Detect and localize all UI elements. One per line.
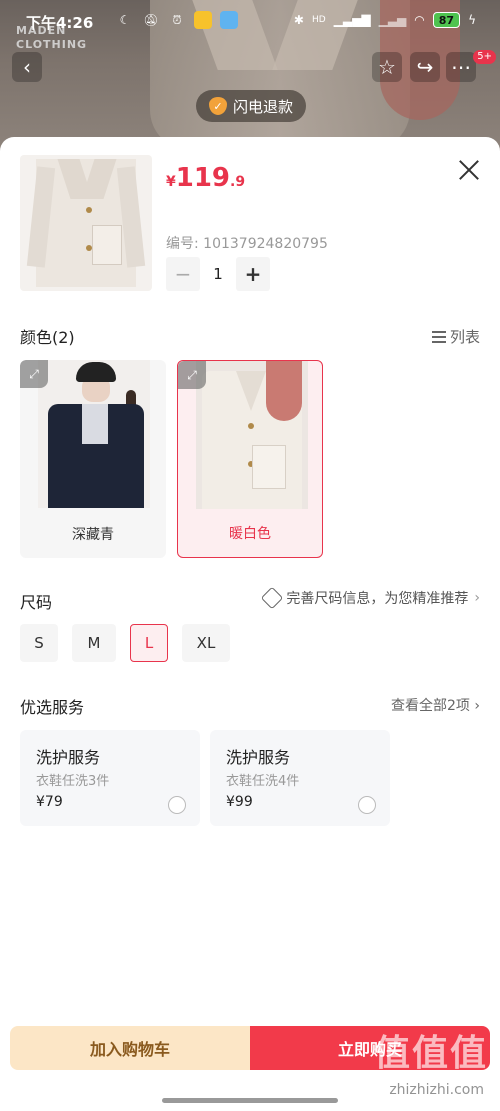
size-option-l[interactable]: L xyxy=(130,624,168,662)
size-hint-text: 完善尺码信息，为您精准推荐 xyxy=(286,591,469,607)
service-radio[interactable] xyxy=(358,796,376,814)
price: ¥119.9 xyxy=(166,163,245,193)
color-option-label: 暖白色 xyxy=(229,526,271,542)
service-radio[interactable] xyxy=(168,796,186,814)
view-all-label: 查看全部2项 xyxy=(391,698,470,714)
service-price: ¥79 xyxy=(36,794,63,810)
alarm-icon: ⏰︎ xyxy=(172,12,182,27)
service-description: 衣鞋任洗3件 xyxy=(36,774,110,789)
service-section-title: 优选服务 xyxy=(20,698,85,717)
size-recommend-link[interactable]: 完善尺码信息，为您精准推荐 › xyxy=(261,586,480,610)
site-watermark-logo: 值值值 xyxy=(373,1033,488,1074)
view-all-services-link[interactable]: 查看全部2项 › xyxy=(391,695,480,715)
notification-badge: 5+ xyxy=(473,50,496,64)
bluetooth-icon: ✱ xyxy=(293,13,304,27)
minus-icon: − xyxy=(174,262,192,286)
color-option-warm-white[interactable]: ⤢ 暖白色 xyxy=(177,360,323,558)
battery-indicator: 87 xyxy=(432,12,461,28)
status-time: 下午4:26 xyxy=(26,14,94,32)
favorite-button[interactable]: ☆ xyxy=(372,52,402,82)
share-button[interactable]: ↪ xyxy=(410,52,440,82)
top-navigation: ‹ ☆ ↪ ⋯ xyxy=(0,52,500,86)
wifi-icon: ◠ xyxy=(414,13,425,27)
size-option-xl[interactable]: XL xyxy=(182,624,230,662)
expand-icon[interactable]: ⤢ xyxy=(178,361,206,389)
list-icon xyxy=(431,330,446,344)
list-toggle-label: 列表 xyxy=(449,328,480,346)
color-option-label: 深藏青 xyxy=(72,527,114,543)
chevron-left-icon: ‹ xyxy=(23,55,31,79)
signal-icon-secondary: ▁▃▅ xyxy=(378,13,407,27)
expand-icon[interactable]: ⤢ xyxy=(20,360,48,388)
service-card[interactable]: 洗护服务 衣鞋任洗3件 ¥79 xyxy=(20,730,200,826)
service-name: 洗护服务 xyxy=(226,748,291,767)
share-icon: ↪ xyxy=(416,55,434,79)
star-icon: ☆ xyxy=(378,55,396,79)
service-description: 衣鞋任洗4件 xyxy=(226,774,300,789)
back-button[interactable]: ‹ xyxy=(12,52,42,82)
service-card[interactable]: 洗护服务 衣鞋任洗4件 ¥99 xyxy=(210,730,390,826)
product-thumbnail[interactable] xyxy=(20,155,152,291)
status-bar: 下午4:26 ☾ 🔕︎ ⏰︎ ✱ HD ▁▃▅▇ ▁▃▅ ◠ 87 ϟ xyxy=(0,0,500,44)
size-option-m[interactable]: M xyxy=(72,624,116,662)
add-to-cart-button[interactable]: 加入购物车 xyxy=(10,1026,250,1070)
decrease-quantity-button[interactable]: − xyxy=(166,257,200,291)
color-option-image xyxy=(38,360,150,508)
mute-bell-icon: 🔕︎ xyxy=(143,13,159,27)
lightning-refund-pill: ✓ 闪电退款 xyxy=(196,90,306,122)
app-notification-icon xyxy=(194,11,212,29)
shield-check-icon: ✓ xyxy=(208,97,227,115)
increase-quantity-button[interactable]: + xyxy=(236,257,270,291)
gallery-notification-icon xyxy=(220,11,238,29)
ruler-icon xyxy=(261,586,284,610)
signal-icon: ▁▃▅▇ xyxy=(333,13,371,27)
sku-number: 编号: 10137924820795 xyxy=(166,236,328,252)
color-option-image xyxy=(196,361,308,509)
site-watermark-url: zhizhizhi.com xyxy=(389,1082,484,1098)
more-dots-icon: ⋯ xyxy=(451,55,471,79)
service-price: ¥99 xyxy=(226,794,253,810)
price-decimal: .9 xyxy=(230,174,246,190)
price-currency: ¥ xyxy=(166,174,176,190)
list-view-toggle[interactable]: 列表 xyxy=(431,326,480,347)
close-button[interactable] xyxy=(458,159,480,181)
service-name: 洗护服务 xyxy=(36,748,101,767)
quantity-stepper: − 1 + xyxy=(166,257,270,291)
signal-hd-label: HD xyxy=(311,15,326,25)
sku-selection-sheet: ¥119.9 编号: 10137924820795 − 1 + 颜色(2) 列表… xyxy=(0,137,500,1111)
plus-icon: + xyxy=(244,262,262,286)
quantity-value[interactable]: 1 xyxy=(200,265,236,283)
chevron-right-icon: › xyxy=(474,698,480,714)
color-option-navy[interactable]: ⤢ 深藏青 xyxy=(20,360,166,558)
size-section-title: 尺码 xyxy=(20,593,53,612)
home-indicator xyxy=(162,1098,338,1103)
chevron-right-icon: › xyxy=(474,590,480,606)
charging-icon: ϟ xyxy=(468,13,476,27)
color-section-title: 颜色(2) xyxy=(20,328,75,347)
refund-label: 闪电退款 xyxy=(232,97,293,116)
moon-icon: ☾ xyxy=(119,13,131,27)
size-option-s[interactable]: S xyxy=(20,624,58,662)
more-button[interactable]: ⋯ xyxy=(446,52,476,82)
price-integer: 119 xyxy=(175,163,231,193)
